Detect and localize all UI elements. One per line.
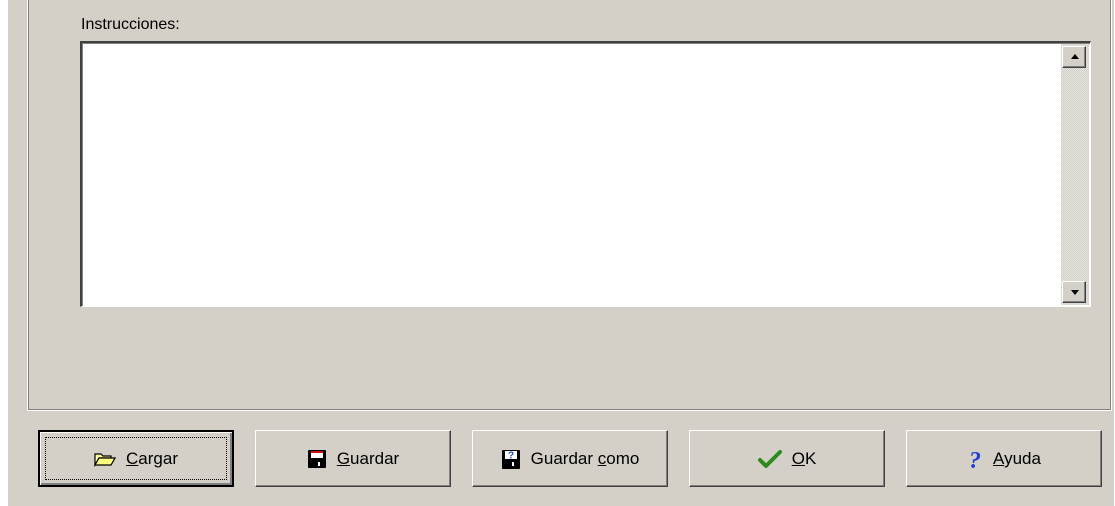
instructions-text[interactable] — [84, 45, 1060, 304]
focus-rect — [45, 437, 227, 480]
ayuda-label: Ayuda — [993, 448, 1041, 468]
ok-button[interactable]: OK — [689, 430, 885, 487]
cargar-button[interactable]: Cargar — [38, 430, 234, 487]
svg-text:?: ? — [969, 448, 981, 471]
scroll-up-arrow-icon — [1071, 54, 1079, 59]
panel-edge — [28, 0, 29, 410]
guardar-button[interactable]: Guardar — [255, 430, 451, 487]
floppy-save-as-icon: ? — [501, 448, 521, 470]
instructions-textarea[interactable] — [80, 41, 1091, 307]
help-icon: ? — [967, 447, 983, 471]
scroll-down-button[interactable] — [1062, 281, 1086, 303]
checkmark-icon — [757, 449, 782, 469]
instructions-label: Instrucciones: — [81, 16, 180, 33]
svg-text:?: ? — [508, 450, 514, 461]
instructions-panel: Instrucciones: — [27, 0, 1112, 411]
dialog: Instrucciones: Cargar Guardar ? Guardar … — [8, 0, 1114, 506]
vertical-scrollbar[interactable] — [1061, 44, 1089, 305]
guardar-como-label: Guardar como — [530, 448, 640, 468]
floppy-disk-icon — [307, 449, 327, 469]
ayuda-button[interactable]: ? Ayuda — [906, 430, 1102, 487]
scroll-down-arrow-icon — [1071, 290, 1079, 295]
guardar-label: Guardar — [336, 448, 400, 468]
ok-label: OK — [791, 448, 817, 468]
scroll-up-button[interactable] — [1062, 46, 1086, 68]
guardar-como-button[interactable]: ? Guardar como — [472, 430, 668, 487]
